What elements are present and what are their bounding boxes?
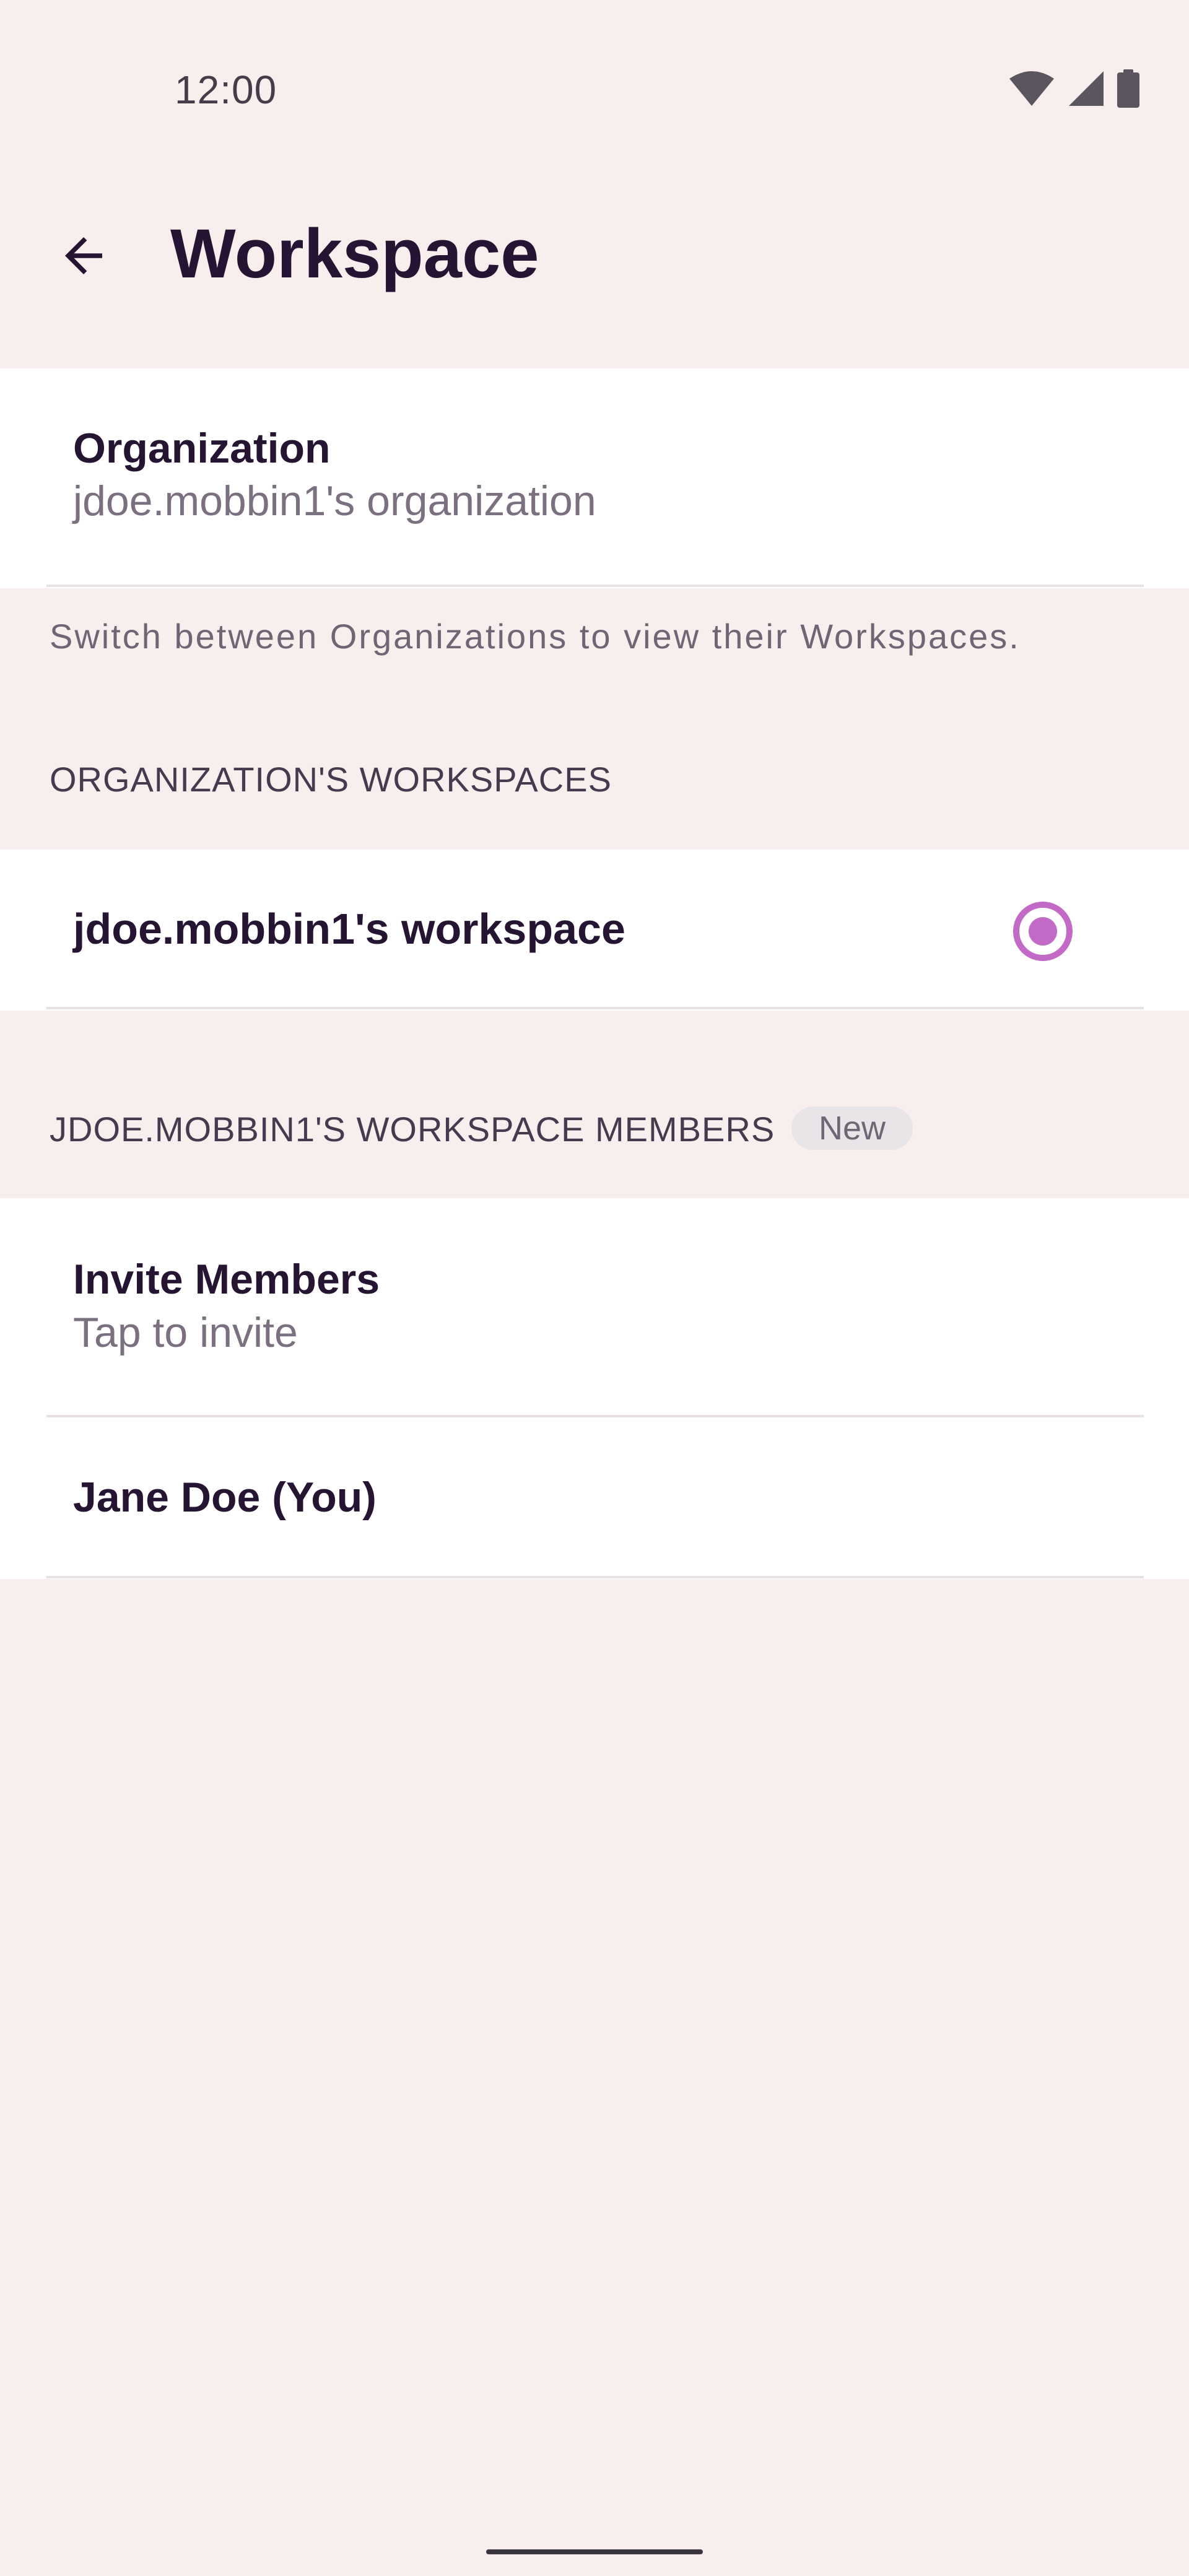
workspace-item[interactable]: jdoe.mobbin1's workspace [0, 850, 1189, 1011]
signal-icon [1068, 70, 1105, 110]
invite-members-title: Invite Members [73, 1256, 380, 1303]
status-bar: 12:00 [0, 0, 1189, 186]
organization-card: Organization jdoe.mobbin1's organization [0, 368, 1189, 588]
member-row[interactable]: Jane Doe (You) [0, 1417, 1189, 1578]
app-bar: Workspace [0, 186, 1189, 368]
workspace-label: jdoe.mobbin1's workspace [73, 905, 625, 953]
radio-selected-dot [1029, 917, 1057, 946]
organization-title: Organization [73, 425, 331, 472]
divider [46, 1576, 1144, 1578]
status-time: 12:00 [175, 67, 277, 112]
new-badge: New [791, 1107, 913, 1150]
page-title: Workspace [170, 215, 539, 292]
status-icons [1008, 69, 1139, 111]
workspaces-card: jdoe.mobbin1's workspace [0, 850, 1189, 1011]
organization-caption: Switch between Organizations to view the… [50, 617, 1021, 656]
arrow-back-icon [56, 228, 111, 287]
wifi-icon [1008, 70, 1055, 110]
members-card: Invite Members Tap to invite Jane Doe (Y… [0, 1198, 1189, 1579]
organization-value: jdoe.mobbin1's organization [73, 477, 596, 524]
organization-row[interactable]: Organization jdoe.mobbin1's organization [0, 368, 1189, 588]
members-section-header: JDOE.MOBBIN1'S WORKSPACE MEMBERS [50, 1110, 775, 1149]
battery-icon [1117, 69, 1139, 111]
member-name: Jane Doe (You) [73, 1474, 377, 1521]
divider [46, 585, 1144, 587]
navigation-handle[interactable] [486, 2549, 703, 2554]
back-button[interactable] [37, 211, 130, 303]
divider [46, 1007, 1144, 1009]
workspace-radio[interactable] [1013, 902, 1073, 961]
invite-members-row[interactable]: Invite Members Tap to invite [0, 1198, 1189, 1417]
workspaces-section-header: ORGANIZATION'S WORKSPACES [50, 760, 612, 799]
invite-members-subtitle: Tap to invite [73, 1309, 298, 1356]
